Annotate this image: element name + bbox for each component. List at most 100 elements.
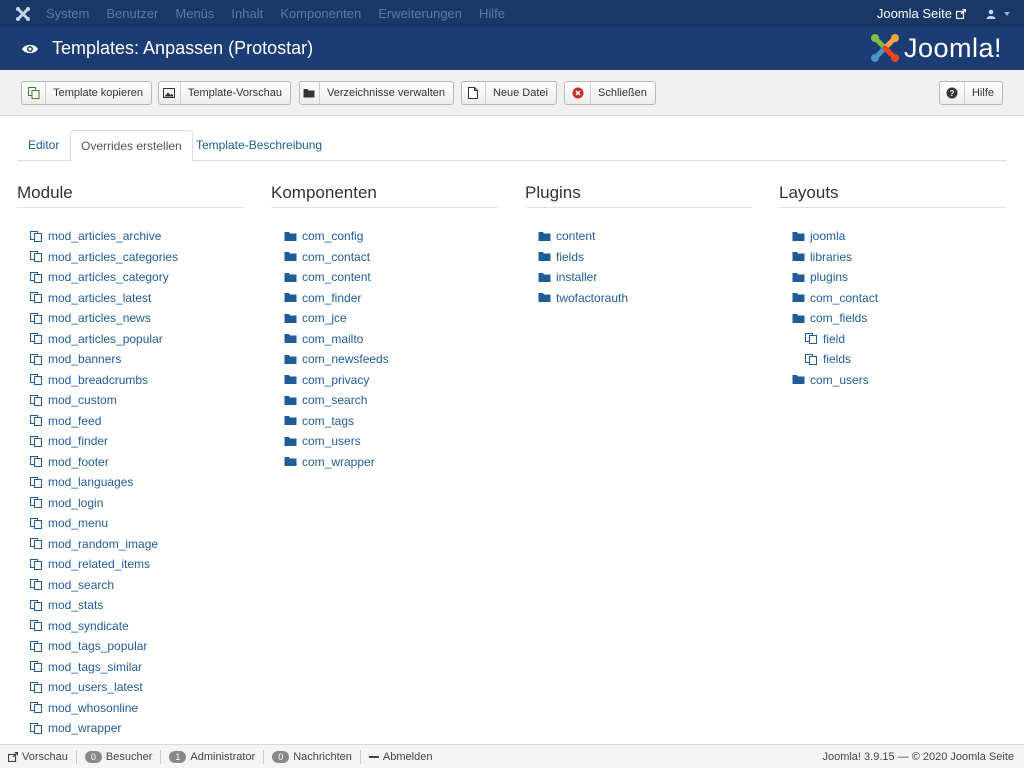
list-item[interactable]: mod_syndicate <box>17 616 244 637</box>
nav-hilfe[interactable]: Hilfe <box>479 6 505 21</box>
list-item-label: com_contact <box>302 249 371 264</box>
manage-folders-button[interactable]: Verzeichnisse verwalten <box>299 81 454 105</box>
user-menu[interactable] <box>986 9 1010 19</box>
list-item-label: mod_menu <box>48 516 109 531</box>
list-item[interactable]: com_wrapper <box>271 452 498 473</box>
copy-template-button[interactable]: Template kopieren <box>21 81 152 105</box>
list-item[interactable]: com_newsfeeds <box>271 349 498 370</box>
list-item[interactable]: joomla <box>779 226 1006 247</box>
user-icon <box>986 9 996 19</box>
copy-icon <box>30 435 42 447</box>
template-preview-button[interactable]: Template-Vorschau <box>158 81 291 105</box>
folder-icon <box>284 231 297 241</box>
folder-icon <box>284 375 297 385</box>
tab-editor[interactable]: Editor <box>28 130 59 161</box>
messages-link[interactable]: 0 Nachrichten <box>264 749 361 764</box>
nav-menus[interactable]: Menüs <box>175 6 214 21</box>
manage-folders-label: Verzeichnisse verwalten <box>326 87 445 99</box>
messages-label: Nachrichten <box>293 750 352 763</box>
list-item[interactable]: com_privacy <box>271 370 498 391</box>
preview-label: Vorschau <box>22 750 68 763</box>
nav-benutzer[interactable]: Benutzer <box>106 6 158 21</box>
copy-icon <box>30 681 42 693</box>
list-item[interactable]: mod_articles_latest <box>17 288 244 309</box>
list-item[interactable]: mod_search <box>17 575 244 596</box>
copy-icon <box>30 517 42 529</box>
list-item[interactable]: mod_login <box>17 493 244 514</box>
list-item[interactable]: com_users <box>779 370 1006 391</box>
list-item[interactable]: com_search <box>271 390 498 411</box>
list-item[interactable]: mod_finder <box>17 431 244 452</box>
nav-system[interactable]: System <box>46 6 89 21</box>
list-item-label: mod_tags_similar <box>48 659 143 674</box>
nav-erweiterungen[interactable]: Erweiterungen <box>378 6 462 21</box>
list-item[interactable]: fields <box>779 349 1006 370</box>
visitors-badge: 0 <box>84 750 102 763</box>
list-item[interactable]: mod_related_items <box>17 554 244 575</box>
list-item[interactable]: com_jce <box>271 308 498 329</box>
list-item[interactable]: mod_random_image <box>17 534 244 555</box>
list-item[interactable]: mod_articles_categories <box>17 247 244 268</box>
footer-copyright: Joomla! 3.9.15 — © 2020 Joomla Seite <box>822 750 1014 763</box>
list-item[interactable]: mod_articles_archive <box>17 226 244 247</box>
list-item[interactable]: com_tags <box>271 411 498 432</box>
close-button[interactable]: Schließen <box>564 81 656 105</box>
list-item[interactable]: content <box>525 226 752 247</box>
tab-overrides[interactable]: Overrides erstellen <box>70 130 193 162</box>
nav-inhalt[interactable]: Inhalt <box>231 6 263 21</box>
list-item-label: mod_wrapper <box>48 721 122 736</box>
list-item[interactable]: mod_stats <box>17 595 244 616</box>
folder-icon <box>284 313 297 323</box>
list-item[interactable]: installer <box>525 267 752 288</box>
list-item[interactable]: libraries <box>779 247 1006 268</box>
list-item[interactable]: com_config <box>271 226 498 247</box>
site-link[interactable]: Joomla Seite <box>877 6 966 21</box>
list-item[interactable]: com_content <box>271 267 498 288</box>
list-item-label: twofactorauth <box>556 290 629 305</box>
help-button[interactable]: ? Hilfe <box>939 81 1003 105</box>
list-item[interactable]: com_mailto <box>271 329 498 350</box>
list-item[interactable]: fields <box>525 247 752 268</box>
list-item[interactable]: com_contact <box>271 247 498 268</box>
eye-icon <box>22 44 38 53</box>
list-item[interactable]: mod_users_latest <box>17 677 244 698</box>
list-item[interactable]: mod_tags_similar <box>17 657 244 678</box>
list-item[interactable]: com_contact <box>779 288 1006 309</box>
list-item-label: mod_stats <box>48 598 104 613</box>
joomla-logo-icon[interactable] <box>0 0 46 27</box>
file-icon <box>462 82 486 104</box>
copy-icon <box>30 722 42 734</box>
list-item[interactable]: mod_wrapper <box>17 718 244 739</box>
nav-komponenten[interactable]: Komponenten <box>280 6 361 21</box>
visitors-status: 0 Besucher <box>77 749 162 764</box>
list-item[interactable]: mod_breadcrumbs <box>17 370 244 391</box>
list-item[interactable]: mod_tags_popular <box>17 636 244 657</box>
list-item[interactable]: com_fields <box>779 308 1006 329</box>
logout-link[interactable]: Abmelden <box>361 750 441 764</box>
copy-icon <box>30 497 42 509</box>
list-item[interactable]: mod_menu <box>17 513 244 534</box>
list-item[interactable]: com_finder <box>271 288 498 309</box>
list-item[interactable]: plugins <box>779 267 1006 288</box>
close-icon <box>565 82 591 104</box>
list-item[interactable]: com_users <box>271 431 498 452</box>
list-item-label: mod_articles_archive <box>48 229 162 244</box>
list-item[interactable]: mod_feed <box>17 411 244 432</box>
list-item[interactable]: field <box>779 329 1006 350</box>
list-item[interactable]: mod_footer <box>17 452 244 473</box>
preview-link[interactable]: Vorschau <box>0 749 77 764</box>
list-item[interactable]: mod_banners <box>17 349 244 370</box>
list-item[interactable]: mod_languages <box>17 472 244 493</box>
list-item[interactable]: twofactorauth <box>525 288 752 309</box>
list-item[interactable]: mod_custom <box>17 390 244 411</box>
tab-template-description[interactable]: Template-Beschreibung <box>196 130 322 161</box>
new-file-button[interactable]: Neue Datei <box>461 81 557 105</box>
list-item[interactable]: mod_articles_category <box>17 267 244 288</box>
list-item[interactable]: mod_articles_popular <box>17 329 244 350</box>
brand-text: Joomla! <box>903 32 1002 63</box>
site-link-label: Joomla Seite <box>876 6 952 21</box>
list-item-label: mod_articles_latest <box>48 290 152 305</box>
list-item[interactable]: mod_articles_news <box>17 308 244 329</box>
chevron-down-icon <box>1004 11 1010 16</box>
list-item[interactable]: mod_whosonline <box>17 698 244 719</box>
